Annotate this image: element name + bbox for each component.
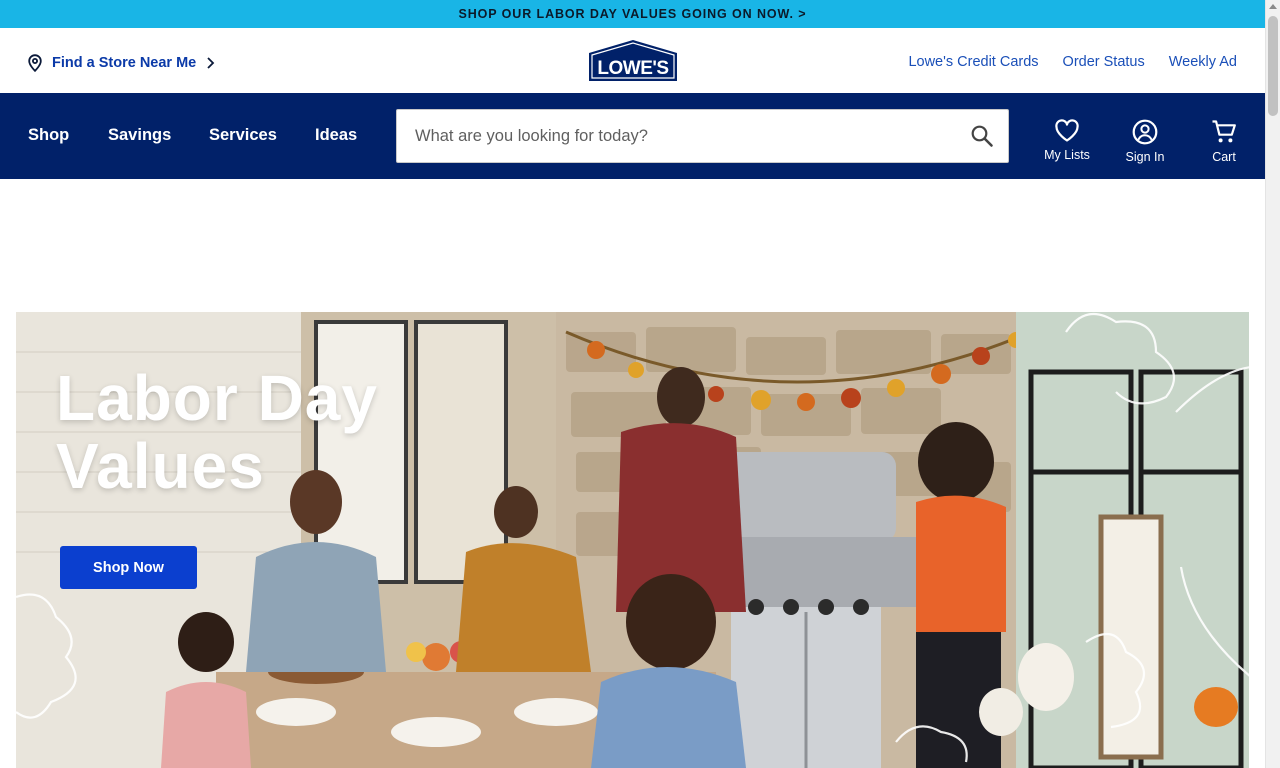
hero-title-line-2: Values — [56, 430, 265, 502]
cart-label: Cart — [1212, 150, 1236, 164]
scroll-up-arrow-icon[interactable] — [1269, 4, 1277, 9]
weekly-ad-link[interactable]: Weekly Ad — [1169, 54, 1237, 70]
order-status-link[interactable]: Order Status — [1063, 54, 1145, 70]
hero-banner: Labor Day Values Shop Now — [16, 312, 1249, 768]
my-lists-button[interactable]: My Lists — [1032, 119, 1102, 162]
my-lists-label: My Lists — [1044, 148, 1090, 162]
page: SHOP OUR LABOR DAY VALUES GOING ON NOW. … — [0, 0, 1280, 768]
search-box — [396, 109, 1009, 163]
lowes-logo[interactable]: LOWE'S — [589, 40, 677, 81]
location-pin-icon — [28, 54, 42, 72]
shop-now-button[interactable]: Shop Now — [60, 546, 197, 589]
heart-icon — [1055, 119, 1079, 142]
promo-link[interactable]: SHOP OUR LABOR DAY VALUES GOING ON NOW. … — [459, 7, 807, 21]
promo-banner: SHOP OUR LABOR DAY VALUES GOING ON NOW. … — [0, 0, 1265, 28]
chevron-right-icon — [207, 57, 215, 69]
nav-shop[interactable]: Shop — [28, 126, 69, 145]
utility-links: Lowe's Credit Cards Order Status Weekly … — [908, 54, 1237, 70]
nav-ideas[interactable]: Ideas — [315, 126, 357, 145]
logo-text: LOWE'S — [597, 58, 668, 79]
sign-in-label: Sign In — [1125, 150, 1165, 164]
search-icon[interactable] — [970, 124, 994, 148]
hero-title: Labor Day Values — [56, 364, 416, 500]
scrollbar[interactable] — [1265, 0, 1280, 768]
scroll-thumb[interactable] — [1268, 16, 1278, 116]
nav-services[interactable]: Services — [209, 126, 277, 145]
nav-savings[interactable]: Savings — [108, 126, 171, 145]
credit-cards-link[interactable]: Lowe's Credit Cards — [908, 54, 1038, 70]
search-input[interactable] — [397, 110, 957, 162]
sign-in-button[interactable]: Sign In — [1110, 119, 1180, 164]
find-store-label: Find a Store Near Me — [52, 55, 197, 71]
cart-icon — [1212, 120, 1236, 143]
hero-title-line-1: Labor Day — [56, 362, 378, 434]
utility-header: Find a Store Near Me LOWE'S Lowe's Credi… — [0, 28, 1265, 93]
find-store-link[interactable]: Find a Store Near Me — [27, 54, 215, 72]
user-icon — [1132, 119, 1158, 145]
main-nav: Shop Savings Services Ideas My Lists Sig… — [0, 93, 1265, 179]
cart-button[interactable]: Cart — [1189, 119, 1259, 164]
